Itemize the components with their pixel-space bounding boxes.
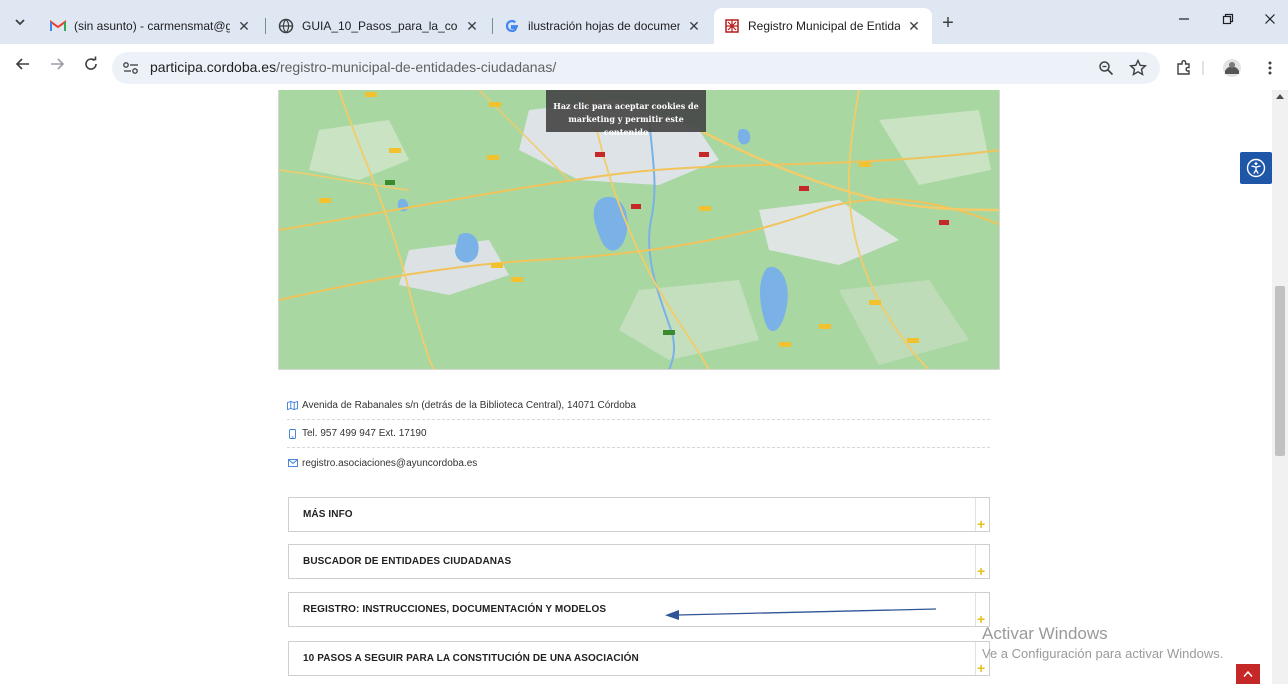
phone-icon [287, 428, 298, 439]
windows-activation-watermark: Activar Windows Ve a Configuración para … [982, 623, 1223, 662]
accordion-10-pasos[interactable]: 10 PASOS A SEGUIR PARA LA CONSTITUCIÓN D… [288, 641, 990, 676]
tab-title: Registro Municipal de Entidade [748, 19, 900, 33]
zoom-icon[interactable] [1096, 58, 1116, 78]
accordion-mas-info[interactable]: MÁS INFO + [288, 497, 990, 532]
tab-separator [265, 18, 266, 34]
cordoba-icon [724, 18, 740, 34]
accordion-toggle[interactable]: + [975, 545, 989, 578]
reload-icon [85, 56, 97, 70]
accordion-toggle[interactable]: + [975, 593, 989, 626]
contact-phone: Tel. 957 499 947 Ext. 17190 [302, 428, 427, 439]
accordion-toggle[interactable]: + [975, 498, 989, 531]
close-icon[interactable]: ✕ [236, 18, 252, 34]
forward-button[interactable] [46, 56, 68, 78]
map-icon [287, 400, 298, 411]
plus-icon: + [977, 563, 986, 579]
arrow-right-icon [51, 58, 65, 70]
accordion-title: 10 PASOS A SEGUIR PARA LA CONSTITUCIÓN D… [303, 653, 639, 664]
contact-email-row: registro.asociaciones@ayuncordoba.es [287, 449, 990, 477]
accordion-title: REGISTRO: INSTRUCCIONES, DOCUMENTACIÓN Y… [303, 604, 607, 615]
globe-icon [278, 18, 294, 34]
scroll-up-arrow[interactable] [1276, 94, 1284, 99]
tab-gmail[interactable]: (sin asunto) - carmensmat@gm ✕ [40, 8, 262, 44]
restore-icon [1222, 13, 1234, 25]
page-viewport: Haz clic para aceptar cookies de marketi… [0, 90, 1288, 684]
watermark-subtitle: Ve a Configuración para activar Windows. [982, 646, 1224, 661]
contact-email[interactable]: registro.asociaciones@ayuncordoba.es [302, 458, 477, 469]
close-icon[interactable]: ✕ [906, 18, 922, 34]
scrollbar-thumb[interactable] [1275, 286, 1285, 456]
back-to-top-button[interactable] [1236, 664, 1260, 684]
accordion-title: BUSCADOR DE ENTIDADES CIUDADANAS [303, 556, 512, 567]
contact-phone-row: Tel. 957 499 947 Ext. 17190 [287, 420, 990, 448]
tab-strip: (sin asunto) - carmensmat@gm ✕ GUIA_10_P… [0, 0, 1288, 44]
url-path: /registro-municipal-de-entidades-ciudada… [276, 59, 557, 75]
profile-avatar-icon[interactable] [1222, 58, 1242, 78]
accessibility-icon [1246, 158, 1266, 178]
close-icon [1265, 14, 1275, 24]
cookie-notice-line: marketing y permitir este contenido [568, 114, 684, 137]
back-button[interactable] [12, 56, 34, 78]
tab-google-search[interactable]: ilustración hojas de documenta ✕ [494, 8, 712, 44]
url-host: participa.cordoba.es [150, 59, 277, 75]
new-tab-button[interactable]: + [938, 13, 958, 34]
arrow-left-icon [15, 58, 29, 70]
accessibility-button[interactable] [1240, 152, 1272, 184]
site-info-icon[interactable] [122, 60, 140, 76]
watermark-title: Activar Windows [982, 624, 1108, 643]
plus-icon: + [977, 660, 986, 676]
tab-title: (sin asunto) - carmensmat@gm [74, 19, 230, 33]
close-icon[interactable]: ✕ [464, 18, 480, 34]
window-close-button[interactable] [1260, 12, 1280, 32]
tab-registro-municipal[interactable]: Registro Municipal de Entidade ✕ [714, 8, 932, 44]
minimize-button[interactable] [1174, 12, 1194, 32]
address-url[interactable]: participa.cordoba.es/registro-municipal-… [150, 59, 556, 75]
annotation-arrow [665, 608, 937, 620]
menu-kebab-icon[interactable] [1260, 58, 1280, 78]
chevron-down-icon [15, 19, 25, 26]
cookie-notice-line: Haz clic para aceptar cookies de [553, 101, 699, 111]
envelope-icon [287, 458, 298, 469]
contact-address-row: Avenida de Rabanales s/n (detrás de la B… [287, 392, 990, 420]
reload-button[interactable] [80, 56, 102, 78]
plus-icon: + [977, 516, 986, 532]
bookmark-star-icon[interactable] [1128, 58, 1148, 78]
minimize-icon [1179, 18, 1189, 20]
gmail-icon [50, 18, 66, 34]
tab-guia[interactable]: GUIA_10_Pasos_para_la_constitu ✕ [268, 8, 490, 44]
accordion-buscador-entidades[interactable]: BUSCADOR DE ENTIDADES CIUDADANAS + [288, 544, 990, 579]
google-icon [504, 18, 520, 34]
toolbar-separator [1202, 58, 1204, 78]
chevron-up-icon [1243, 670, 1253, 677]
restore-button[interactable] [1218, 12, 1238, 32]
tab-search-button[interactable] [8, 10, 32, 34]
tab-title: GUIA_10_Pasos_para_la_constitu [302, 19, 458, 33]
tab-separator [492, 18, 493, 34]
close-icon[interactable]: ✕ [686, 18, 702, 34]
extensions-puzzle-icon[interactable] [1174, 58, 1194, 78]
cookie-consent-overlay[interactable]: Haz clic para aceptar cookies de marketi… [546, 90, 706, 137]
contact-address: Avenida de Rabanales s/n (detrás de la B… [302, 400, 636, 411]
tab-title: ilustración hojas de documenta [528, 19, 680, 33]
accordion-title: MÁS INFO [303, 509, 353, 520]
